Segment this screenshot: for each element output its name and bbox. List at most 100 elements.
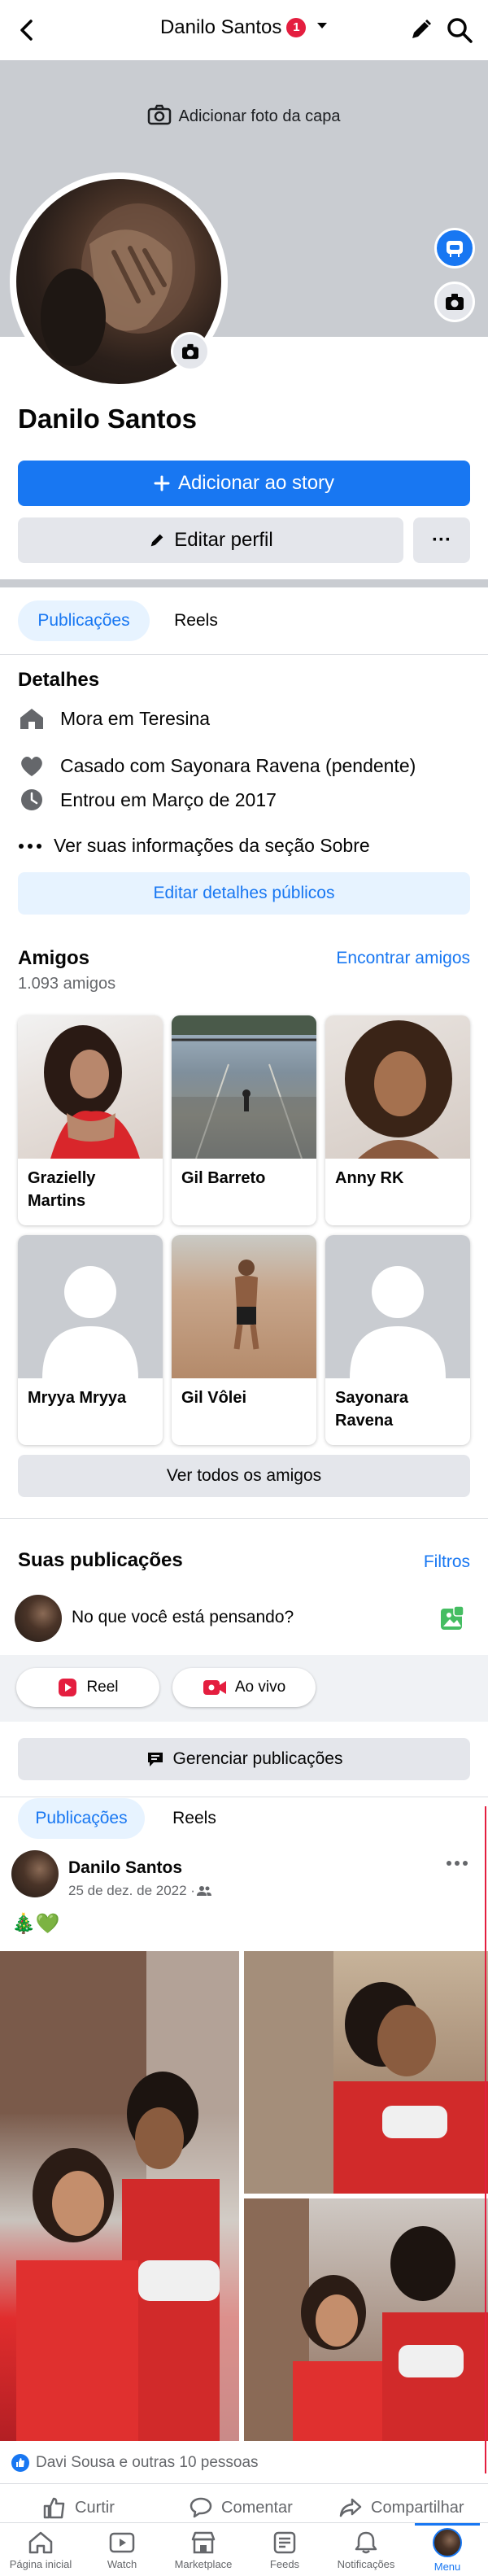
avatar-builder-button[interactable] — [434, 228, 475, 269]
feeds-icon — [273, 2531, 296, 2553]
friend-card[interactable]: Gil Vôlei — [172, 1235, 316, 1445]
heart-icon — [18, 753, 46, 778]
friend-card[interactable]: Grazielly Martins — [18, 1015, 163, 1225]
chevron-down-icon — [316, 22, 328, 30]
share-icon — [338, 2496, 363, 2519]
tab-reels-2[interactable]: Reels — [158, 1798, 231, 1839]
nav-label: Menu — [434, 2560, 461, 2573]
post-more-icon[interactable] — [446, 1860, 468, 1867]
watch-icon — [109, 2532, 135, 2552]
plus-icon — [154, 475, 170, 491]
friend-card[interactable]: Gil Barreto — [172, 1015, 316, 1225]
friend-name: Gil Barreto — [181, 1169, 266, 1187]
detail-lives-in: Mora em Teresina — [18, 706, 210, 731]
edit-profile-button[interactable]: Editar perfil — [18, 517, 403, 563]
add-story-button[interactable]: Adicionar ao story — [18, 461, 470, 506]
see-about-link[interactable]: Ver suas informações da seção Sobre — [18, 835, 370, 857]
photo-icon[interactable] — [439, 1605, 465, 1631]
profile-name: Danilo Santos — [18, 404, 198, 434]
nav-watch[interactable]: Watch — [81, 2523, 163, 2576]
detail-joined: Entrou em Março de 2017 — [18, 788, 277, 812]
tab-publications-2[interactable]: Publicações — [18, 1798, 145, 1839]
tab-label: Reels — [172, 1809, 216, 1827]
reactions-summary[interactable]: Davi Sousa e outras 10 pessoas — [11, 2454, 259, 2472]
edit-public-details-button[interactable]: Editar detalhes públicos — [18, 872, 470, 915]
header-name: Danilo Santos — [159, 16, 282, 38]
composer-avatar[interactable] — [15, 1595, 62, 1642]
nav-menu[interactable]: Menu — [407, 2523, 488, 2576]
nav-feeds[interactable]: Feeds — [244, 2523, 325, 2576]
thumbs-up-icon — [42, 2496, 67, 2519]
post-author-avatar[interactable] — [11, 1850, 59, 1897]
manage-posts-label: Gerenciar publicações — [172, 1749, 343, 1768]
menu-avatar-icon — [433, 2527, 462, 2557]
friend-card[interactable]: Anny RK — [325, 1015, 470, 1225]
nav-label: Notificações — [337, 2557, 395, 2570]
post-date[interactable]: 25 de dez. de 2022 · — [68, 1883, 195, 1899]
friends-count: 1.093 amigos — [18, 975, 116, 993]
friend-photo — [18, 1015, 163, 1159]
home-icon — [18, 706, 46, 731]
reel-icon — [57, 1677, 78, 1698]
lives-prefix: Mora em — [60, 707, 140, 729]
camera-icon — [182, 343, 198, 360]
divider — [0, 2483, 488, 2484]
edit-public-label: Editar detalhes públicos — [153, 884, 335, 902]
find-friends-link[interactable]: Encontrar amigos — [336, 949, 470, 968]
see-all-friends-button[interactable]: Ver todos os amigos — [18, 1455, 470, 1497]
nav-notifications[interactable]: Notificações — [325, 2523, 407, 2576]
reel-chip[interactable]: Reel — [16, 1668, 159, 1707]
section-divider — [0, 579, 488, 587]
tab-reels[interactable]: Reels — [159, 600, 233, 641]
tab-publications[interactable]: Publicações — [18, 600, 150, 641]
friend-card[interactable]: Sayonara Ravena — [325, 1235, 470, 1445]
like-label: Curtir — [75, 2498, 115, 2517]
avatar-builder-icon — [447, 241, 463, 257]
more-options-button[interactable]: ··· — [413, 517, 470, 563]
marketplace-icon — [191, 2531, 216, 2553]
edit-pencil-icon[interactable] — [408, 18, 433, 42]
see-all-friends-label: Ver todos os amigos — [166, 1466, 322, 1485]
bell-icon — [355, 2531, 377, 2553]
active-tab-indicator — [415, 2523, 480, 2526]
post-photo-3[interactable] — [244, 2198, 488, 2441]
friend-photo-placeholder — [325, 1235, 470, 1378]
friend-photo — [172, 1015, 316, 1159]
divider — [0, 1518, 488, 1519]
live-chip[interactable]: Ao vivo — [172, 1668, 316, 1707]
manage-posts-button[interactable]: Gerenciar publicações — [18, 1738, 470, 1780]
home-icon — [28, 2531, 53, 2553]
more-label: ··· — [432, 529, 451, 551]
search-icon[interactable] — [446, 16, 473, 44]
add-cover-photo[interactable]: Adicionar foto da capa — [0, 104, 488, 126]
comment-button[interactable]: Comentar — [189, 2496, 293, 2519]
default-avatar-icon — [42, 1266, 138, 1378]
relationship-suffix: (pendente) — [320, 754, 416, 776]
like-button[interactable]: Curtir — [42, 2496, 115, 2519]
nav-marketplace[interactable]: Marketplace — [163, 2523, 244, 2576]
post-author-name[interactable]: Danilo Santos — [68, 1858, 182, 1878]
friend-photo-placeholder — [18, 1235, 163, 1378]
bottom-navigation: Página inicial Watch Marketplace Feeds N… — [0, 2522, 488, 2576]
add-story-label: Adicionar ao story — [177, 472, 335, 494]
tab-label: Reels — [174, 611, 218, 630]
filters-link[interactable]: Filtros — [424, 1552, 470, 1572]
nav-label: Watch — [107, 2557, 137, 2570]
share-button[interactable]: Compartilhar — [338, 2496, 464, 2519]
relationship-name[interactable]: Sayonara Ravena — [171, 755, 320, 776]
profile-picture[interactable] — [10, 172, 228, 391]
post-photo-1[interactable] — [0, 1951, 239, 2441]
default-avatar-icon — [350, 1266, 446, 1378]
lives-city[interactable]: Teresina — [139, 708, 210, 729]
cover-camera-button[interactable] — [434, 282, 475, 322]
post-photo-2[interactable] — [244, 1951, 488, 2194]
friend-card[interactable]: Mryya Mryya — [18, 1235, 163, 1445]
friend-photo — [172, 1235, 316, 1378]
profile-camera-button[interactable] — [171, 332, 210, 371]
nav-home[interactable]: Página inicial — [0, 2523, 81, 2576]
notification-badge: 1 — [286, 18, 307, 37]
post-meta: 25 de dez. de 2022 · — [68, 1883, 211, 1899]
friend-photo — [325, 1015, 470, 1159]
divider — [0, 654, 488, 655]
composer-prompt[interactable]: No que você está pensando? — [72, 1608, 294, 1627]
